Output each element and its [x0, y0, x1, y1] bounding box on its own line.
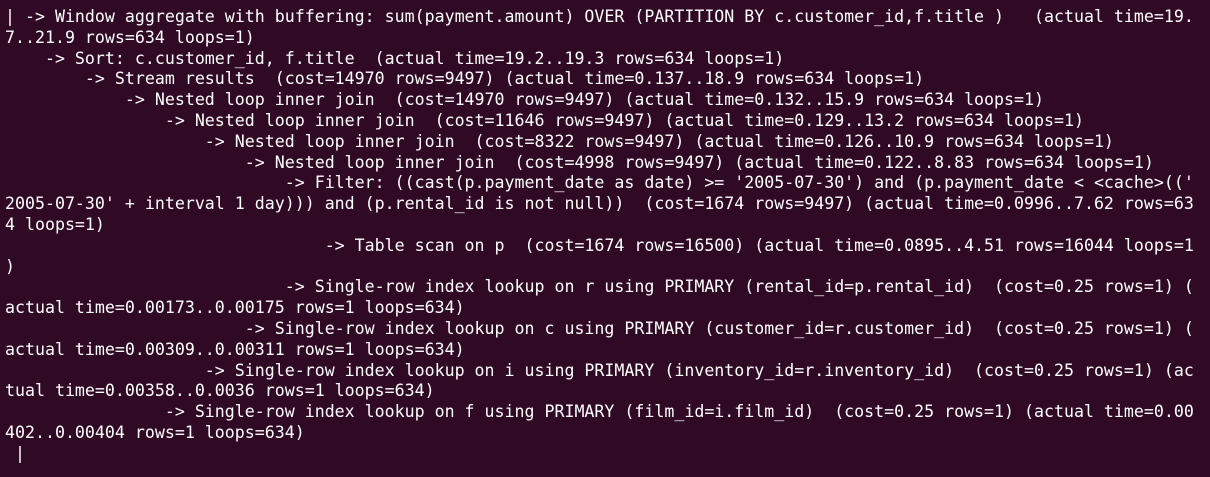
output-line: -> Nested loop inner join (cost=8322 row… [5, 131, 1114, 151]
output-line: -> Filter: ((cast(p.payment_date as date… [5, 173, 1194, 193]
output-line: tual time=0.00358..0.0036 rows=1 loops=6… [5, 381, 435, 401]
output-line: 4 loops=1) [5, 214, 105, 234]
output-line: 2005-07-30' + interval 1 day))) and (p.r… [5, 194, 1194, 214]
output-line: ) [5, 256, 15, 276]
output-line: 402..0.00404 rows=1 loops=634) [5, 422, 305, 442]
output-line: -> Single-row index lookup on f using PR… [5, 402, 1194, 422]
output-line: -> Nested loop inner join (cost=11646 ro… [5, 110, 1084, 130]
output-line: -> Sort: c.customer_id, f.title (actual … [5, 48, 785, 68]
output-line: -> Nested loop inner join (cost=4998 row… [5, 152, 1154, 172]
table-border-cursor-line: | [5, 443, 25, 463]
output-line: actual time=0.00173..0.00175 rows=1 loop… [5, 298, 465, 318]
output-line: -> Single-row index lookup on r using PR… [5, 277, 1194, 297]
output-line: -> Single-row index lookup on i using PR… [5, 360, 1194, 380]
output-line: 7..21.9 rows=634 loops=1) [5, 27, 255, 47]
output-line: -> Single-row index lookup on c using PR… [5, 318, 1194, 338]
output-line: actual time=0.00309..0.00311 rows=1 loop… [5, 339, 465, 359]
output-line: -> Table scan on p (cost=1674 rows=16500… [5, 235, 1194, 255]
terminal-output[interactable]: | -> Window aggregate with buffering: su… [0, 0, 1210, 477]
output-line: | -> Window aggregate with buffering: su… [5, 7, 1194, 26]
output-line: -> Nested loop inner join (cost=14970 ro… [5, 90, 1044, 110]
output-line: -> Stream results (cost=14970 rows=9497)… [5, 69, 925, 89]
